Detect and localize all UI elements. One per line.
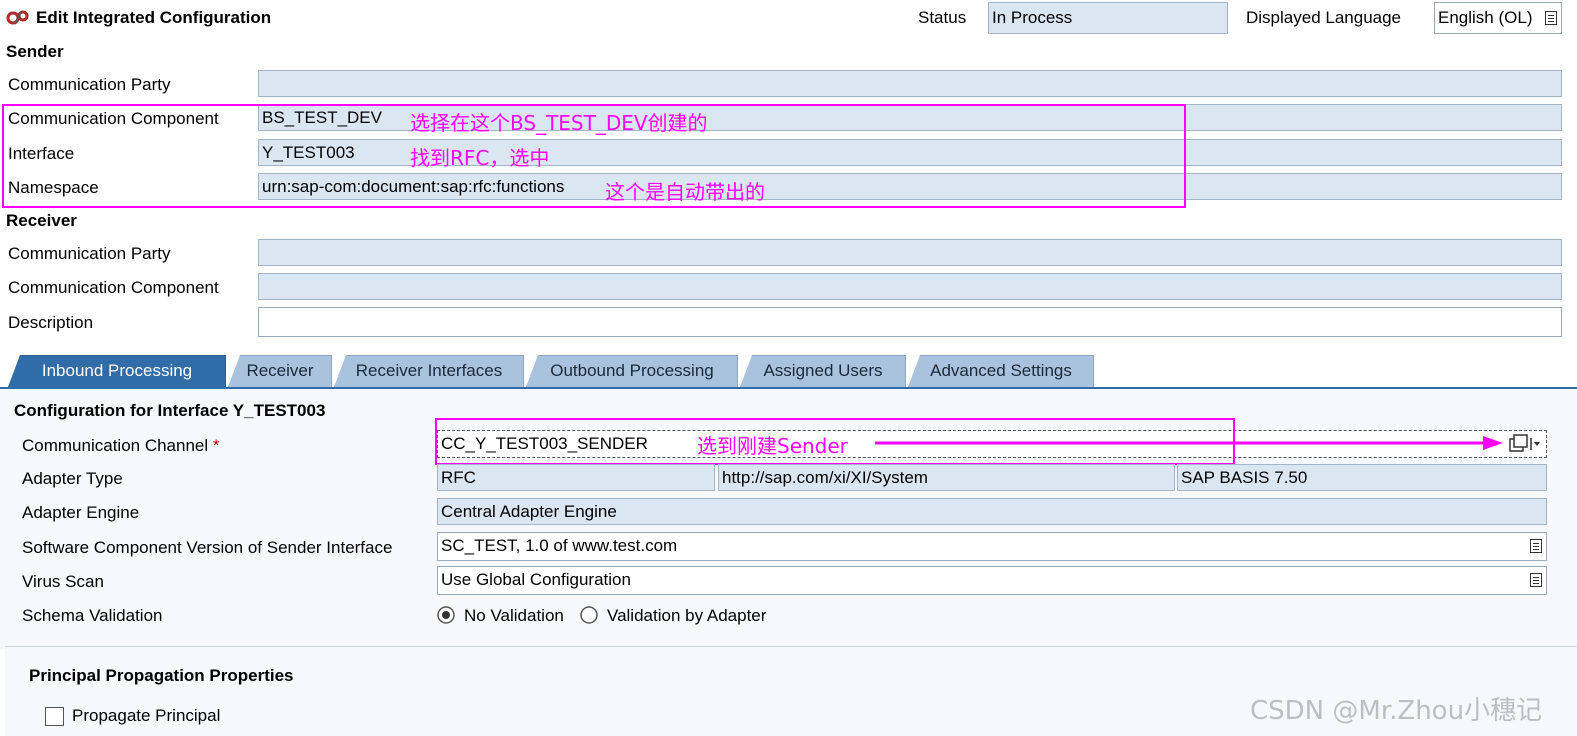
tab-inbound-processing[interactable]: Inbound Processing (8, 355, 226, 387)
propagate-principal-label: Propagate Principal (72, 706, 221, 725)
adapter-namespace-field: http://sap.com/xi/XI/System (718, 464, 1175, 491)
swcv-label: Software Component Version of Sender Int… (22, 538, 393, 557)
namespace-annotation: 这个是自动带出的 (605, 180, 765, 204)
schema-validation-label: Schema Validation (22, 606, 163, 625)
description-input[interactable] (258, 307, 1562, 337)
swcv-select[interactable]: SC_TEST, 1.0 of www.test.com (437, 532, 1547, 561)
tab-assigned-users[interactable]: Assigned Users (740, 355, 906, 387)
required-mark: * (212, 436, 220, 455)
radio-validation-by-adapter-label: Validation by Adapter (607, 606, 767, 625)
sender-heading: Sender (6, 42, 64, 61)
receiver-heading: Receiver (6, 211, 77, 230)
virus-scan-label: Virus Scan (22, 572, 104, 591)
inbound-heading: Configuration for Interface Y_TEST003 (14, 401, 326, 420)
virus-scan-select[interactable]: Use Global Configuration (437, 566, 1547, 595)
channel-annotation: 选到刚建Sender (697, 434, 848, 458)
language-label: Displayed Language (1246, 8, 1402, 27)
adapter-type-label: Adapter Type (22, 469, 123, 488)
radio-no-validation[interactable] (437, 606, 455, 624)
channel-label: Communication Channel * (22, 436, 220, 456)
virus-scan-value: Use Global Configuration (441, 570, 631, 589)
principal-heading: Principal Propagation Properties (29, 666, 294, 685)
virus-scan-value-help-icon[interactable] (1530, 573, 1542, 587)
swcv-value: SC_TEST, 1.0 of www.test.com (441, 536, 678, 555)
receiver-party-label: Communication Party (8, 244, 171, 263)
status-field: In Process (988, 2, 1228, 34)
annotation-arrow (875, 433, 1505, 453)
radio-no-validation-label: No Validation (464, 606, 564, 625)
component-annotation: 选择在这个BS_TEST_DEV创建的 (410, 111, 708, 135)
tab-outbound-processing[interactable]: Outbound Processing (526, 355, 738, 387)
receiver-party-field (258, 239, 1562, 266)
interface-annotation: 找到RFC，选中 (410, 146, 550, 170)
tab-receiver[interactable]: Receiver (228, 355, 332, 387)
adapter-type-field: RFC (437, 464, 715, 491)
propagate-principal-checkbox[interactable] (45, 707, 64, 726)
adapter-engine-label: Adapter Engine (22, 503, 140, 522)
receiver-component-field (258, 273, 1562, 300)
value-help-icon[interactable] (1545, 11, 1557, 25)
sender-party-label: Communication Party (8, 75, 171, 94)
sender-party-field (258, 70, 1562, 97)
channel-value-help-button[interactable] (1504, 432, 1544, 456)
radio-validation-by-adapter[interactable] (580, 606, 598, 624)
description-label: Description (8, 313, 94, 332)
adapter-swcv-field: SAP BASIS 7.50 (1177, 464, 1547, 491)
swcv-value-help-icon[interactable] (1530, 539, 1542, 553)
channel-label-text: Communication Channel (22, 436, 209, 455)
language-value: English (OL) (1438, 8, 1533, 27)
edit-config-icon (6, 8, 32, 28)
adapter-engine-field: Central Adapter Engine (437, 498, 1547, 525)
watermark: CSDN @Mr.Zhou小穗记 (1250, 696, 1543, 726)
tab-advanced-settings[interactable]: Advanced Settings (908, 355, 1094, 387)
receiver-component-label: Communication Component (8, 278, 219, 297)
language-select[interactable]: English (OL) (1434, 2, 1562, 34)
status-label: Status (918, 8, 967, 27)
tab-receiver-interfaces[interactable]: Receiver Interfaces (334, 355, 524, 387)
page-title: Edit Integrated Configuration (36, 8, 272, 27)
